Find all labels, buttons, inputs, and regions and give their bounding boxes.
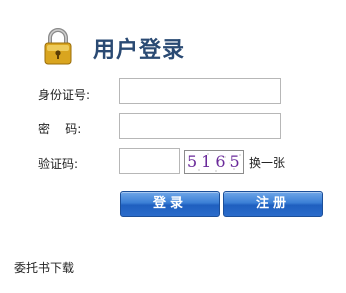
captcha-text: 5165 xyxy=(187,152,244,171)
password-label: 密 码: xyxy=(38,122,82,136)
password-input[interactable] xyxy=(119,113,281,139)
register-button[interactable]: 注册 xyxy=(223,191,323,217)
lock-icon xyxy=(42,26,74,66)
authorization-download-link[interactable]: 委托书下载 xyxy=(14,259,74,276)
id-number-label: 身份证号: xyxy=(38,88,91,102)
page-title: 用户登录 xyxy=(93,37,186,63)
captcha-label: 验证码: xyxy=(38,157,79,171)
login-button[interactable]: 登录 xyxy=(120,191,220,217)
captcha-image[interactable]: 5165 xyxy=(184,150,244,174)
captcha-input[interactable] xyxy=(119,148,180,174)
refresh-captcha-link[interactable]: 换一张 xyxy=(249,154,285,171)
id-number-input[interactable] xyxy=(119,78,281,104)
